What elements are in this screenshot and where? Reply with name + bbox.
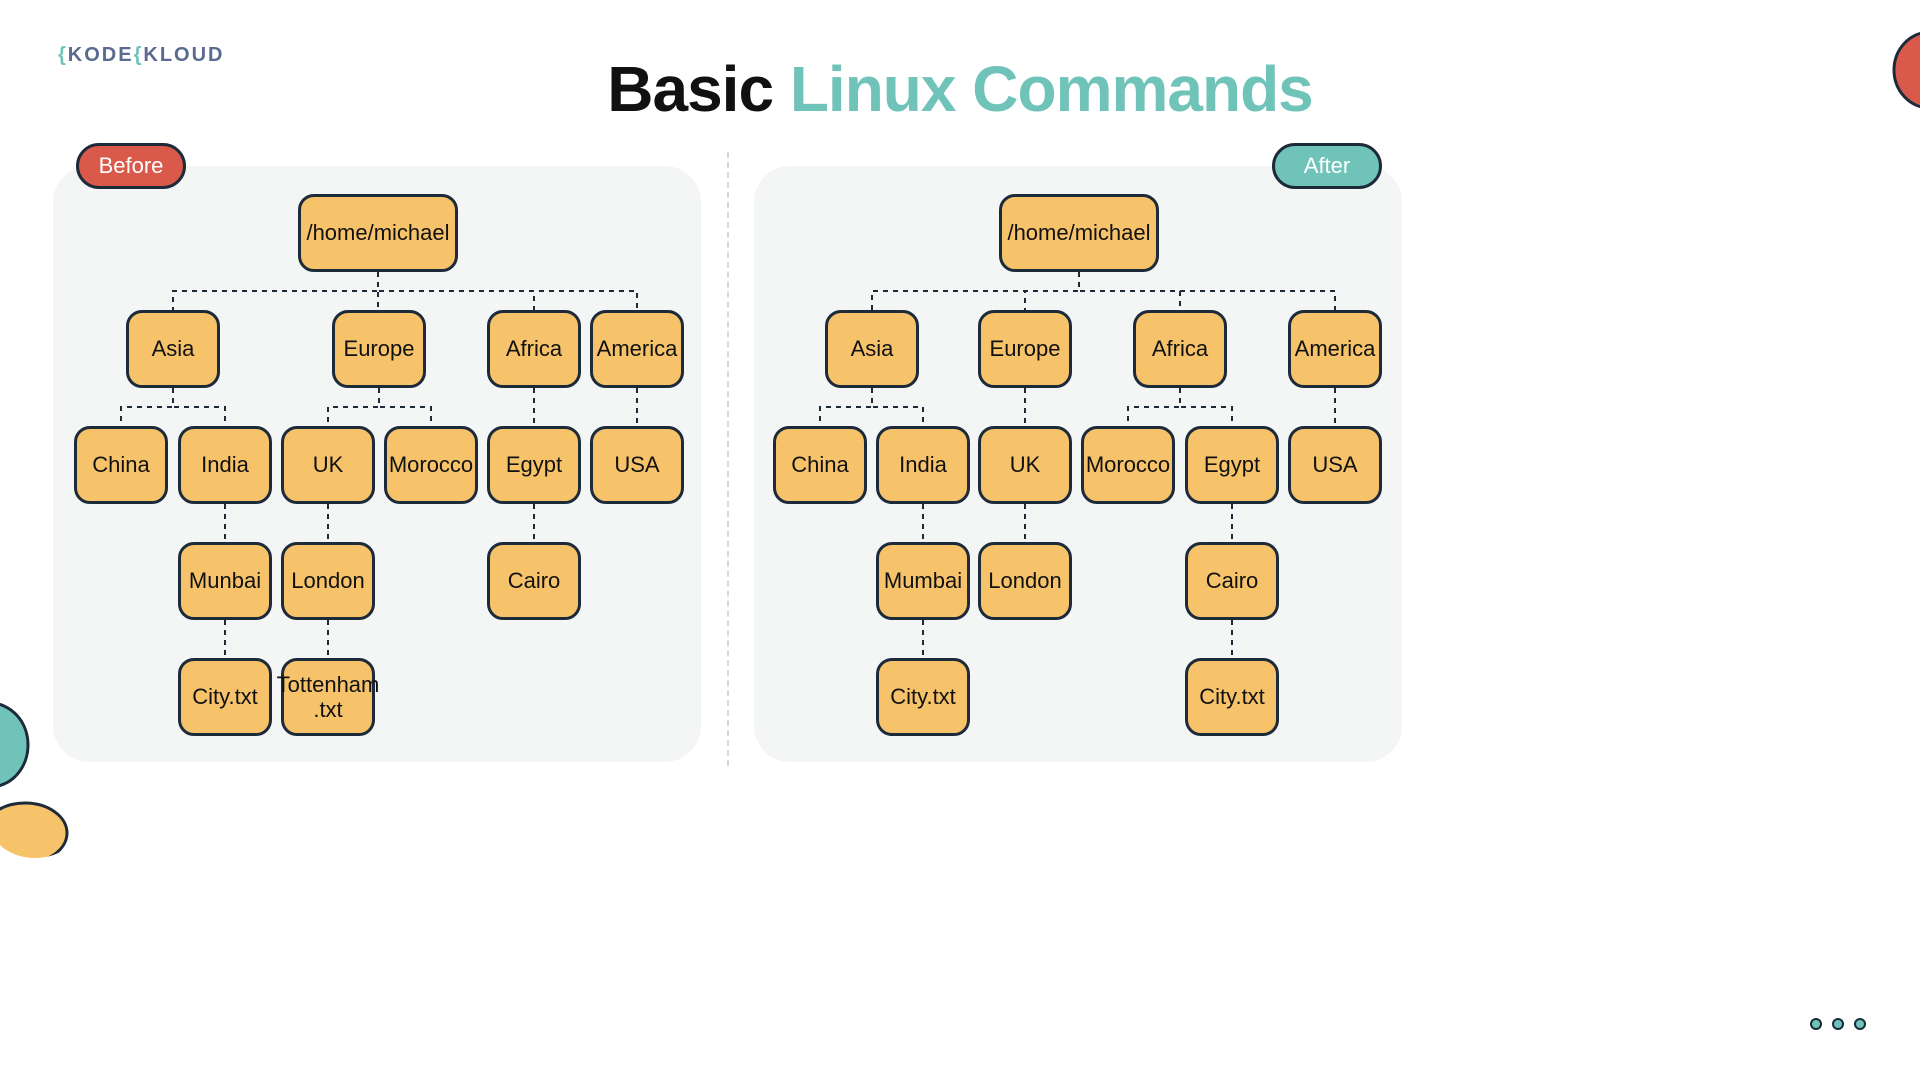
node-after-asia: Asia [825,310,919,388]
label: Egypt [1204,452,1260,477]
node-after-egypt: Egypt [1185,426,1279,504]
node-before-asia: Asia [126,310,220,388]
label: America [597,336,678,361]
node-after-usa: USA [1288,426,1382,504]
node-before-root-label: /home/michael [306,220,449,245]
node-before-tottenhamtxt: Tottenham .txt [281,658,375,736]
vertical-divider [727,152,729,766]
label: Morocco [1086,452,1170,477]
node-after-cairo: Cairo [1185,542,1279,620]
node-after-mumbai: Mumbai [876,542,970,620]
badge-before: Before [76,143,186,189]
label: Asia [152,336,195,361]
label: Europe [990,336,1061,361]
dot-icon [1810,1018,1822,1030]
label: Africa [1152,336,1208,361]
node-before-africa: Africa [487,310,581,388]
label: Africa [506,336,562,361]
node-after-china: China [773,426,867,504]
label: City.txt [192,684,258,709]
badge-before-label: Before [99,153,164,179]
label: India [899,452,947,477]
label: Cairo [508,568,561,593]
label: Asia [851,336,894,361]
node-before-india: India [178,426,272,504]
node-after-citytxt-egypt: City.txt [1185,658,1279,736]
node-before-europe: Europe [332,310,426,388]
label: Europe [344,336,415,361]
label: London [988,568,1061,593]
label: Cairo [1206,568,1259,593]
dot-icon [1854,1018,1866,1030]
node-after-uk: UK [978,426,1072,504]
node-after-india: India [876,426,970,504]
label: China [92,452,149,477]
label: /home/michael [1007,220,1150,245]
node-before-root: /home/michael [298,194,458,272]
node-before-munbai: Munbai [178,542,272,620]
label: Morocco [389,452,473,477]
node-before-cairo: Cairo [487,542,581,620]
page-title: Basic Linux Commands [0,52,1920,126]
node-after-africa: Africa [1133,310,1227,388]
label: China [791,452,848,477]
node-after-europe: Europe [978,310,1072,388]
label: India [201,452,249,477]
node-before-china: China [74,426,168,504]
label: Egypt [506,452,562,477]
node-after-root: /home/michael [999,194,1159,272]
label: City.txt [1199,684,1265,709]
dot-icon [1832,1018,1844,1030]
node-before-london: London [281,542,375,620]
label: London [291,568,364,593]
label: Tottenham .txt [277,672,380,723]
node-before-uk: UK [281,426,375,504]
node-after-citytxt-india: City.txt [876,658,970,736]
node-after-london: London [978,542,1072,620]
label: USA [1312,452,1357,477]
node-before-egypt: Egypt [487,426,581,504]
label: Mumbai [884,568,962,593]
label: America [1295,336,1376,361]
node-before-america: America [590,310,684,388]
label: UK [313,452,344,477]
label: USA [614,452,659,477]
node-before-morocco: Morocco [384,426,478,504]
title-part1: Basic [607,53,790,125]
pagination-dots [1810,1018,1866,1030]
badge-after-label: After [1304,153,1350,179]
node-before-usa: USA [590,426,684,504]
blob-teal-left [0,700,50,790]
node-before-citytxt: City.txt [178,658,272,736]
node-after-morocco: Morocco [1081,426,1175,504]
label: Munbai [189,568,261,593]
title-part2: Linux Commands [790,53,1313,125]
node-after-america: America [1288,310,1382,388]
label: City.txt [890,684,956,709]
blob-orange-left [0,788,80,858]
badge-after: After [1272,143,1382,189]
label: UK [1010,452,1041,477]
